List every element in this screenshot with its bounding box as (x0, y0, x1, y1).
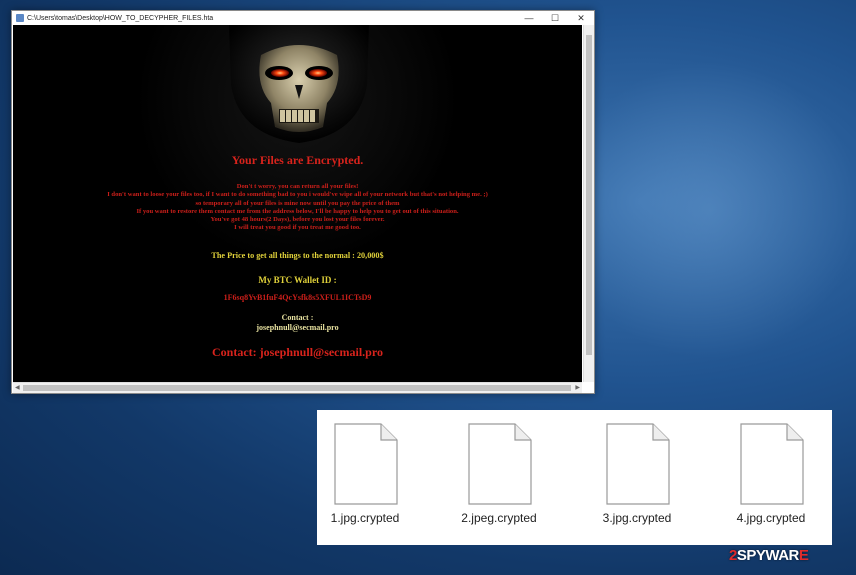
contact-block: Contact : josephnull@secmail.pro (13, 313, 582, 333)
horizontal-scrollbar[interactable]: ◀ ▶ (13, 382, 582, 393)
ransom-title: Your Files are Encrypted. (231, 153, 364, 167)
blank-file-icon (468, 423, 532, 505)
watermark-logo: 2SPYWARE (729, 547, 809, 564)
minimize-button[interactable]: — (516, 11, 542, 25)
contact-label: Contact : (281, 313, 314, 322)
message-line: Don't t worry, you can return all your f… (236, 183, 359, 190)
window-title: C:\Users\tomas\Desktop\HOW_TO_DECYPHER_F… (27, 14, 214, 22)
blank-file-icon (606, 423, 670, 505)
encrypted-files-panel: 1.jpg.crypted 2.jpeg.crypted 3.jpg.crypt… (317, 410, 832, 545)
wallet-id: 1F6sq8YvB1fuF4QcYsfk8s5XFUL1ICTsD9 (223, 293, 372, 302)
message-line: I will treat you good if you treat me go… (234, 224, 361, 232)
file-name: 2.jpeg.crypted (461, 511, 537, 525)
ransom-message: Don't t worry, you can return all your f… (13, 183, 582, 233)
app-icon (16, 14, 24, 22)
contact-line: Contact: josephnull@secmail.pro (212, 345, 383, 359)
close-button[interactable]: ✕ (568, 11, 594, 25)
vertical-scrollbar[interactable] (583, 25, 594, 382)
window-titlebar[interactable]: C:\Users\tomas\Desktop\HOW_TO_DECYPHER_F… (12, 11, 594, 25)
message-line: If you want to restore them contact me f… (136, 207, 459, 215)
message-line: You've got 48 hours(2 Days), before you … (210, 216, 385, 224)
message-line: so temporary all of your files is mine n… (195, 199, 400, 207)
file-item[interactable]: 3.jpg.crypted (597, 420, 677, 525)
ransom-note-content: Your Files are Encrypted. Don't t worry,… (13, 25, 582, 392)
desktop-background (560, 60, 856, 360)
message-line: I don't want to loose your files too, if… (107, 191, 488, 199)
wallet-label: My BTC Wallet ID : (258, 275, 337, 285)
vertical-scroll-thumb[interactable] (586, 35, 592, 355)
maximize-button[interactable]: ☐ (542, 11, 568, 25)
hta-ransom-window[interactable]: C:\Users\tomas\Desktop\HOW_TO_DECYPHER_F… (11, 10, 595, 394)
scroll-left-icon[interactable]: ◀ (15, 384, 20, 391)
file-item[interactable]: 4.jpg.crypted (731, 420, 811, 525)
horizontal-scroll-thumb[interactable] (23, 385, 571, 391)
contact-email: josephnull@secmail.pro (256, 323, 339, 332)
ransom-price: The Price to get all things to the norma… (211, 251, 384, 260)
scroll-right-icon[interactable]: ▶ (575, 384, 580, 391)
file-name: 3.jpg.crypted (602, 511, 672, 525)
file-name: 1.jpg.crypted (330, 511, 400, 525)
file-item[interactable]: 2.jpeg.crypted (459, 420, 539, 525)
blank-file-icon (334, 423, 398, 505)
skull-image (219, 25, 379, 143)
file-name: 4.jpg.crypted (736, 511, 806, 525)
file-item[interactable]: 1.jpg.crypted (325, 420, 405, 525)
blank-file-icon (740, 423, 804, 505)
